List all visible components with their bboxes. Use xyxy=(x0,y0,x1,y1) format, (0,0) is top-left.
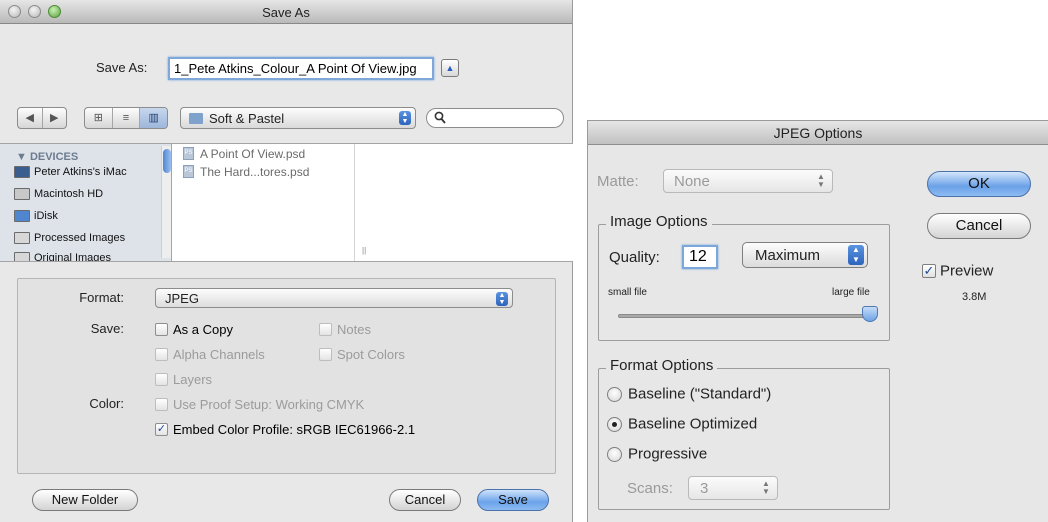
embed-color-profile-checkbox[interactable]: ✓ Embed Color Profile: sRGB IEC61966-2.1 xyxy=(155,421,415,437)
popup-stepper-icon: ▲ ▼ xyxy=(399,111,411,125)
color-label: Color: xyxy=(89,396,124,411)
scans-value: 3 xyxy=(700,480,709,497)
browser-toolbar: ◀ ▶ ⊞ ≡ ▥ Soft & Pastel ▲ ▼ xyxy=(0,107,573,133)
hard-disk-icon xyxy=(14,188,30,201)
disk-icon xyxy=(14,232,30,245)
icon-view-icon[interactable]: ⊞ xyxy=(85,108,113,128)
scrollbar-thumb[interactable] xyxy=(163,149,171,173)
location-popup[interactable]: Soft & Pastel ▲ ▼ xyxy=(180,107,416,129)
baseline-standard-radio[interactable]: Baseline ("Standard") xyxy=(607,385,771,403)
quality-preset-value: Maximum xyxy=(755,247,821,264)
format-label: Format: xyxy=(79,290,124,305)
devices-header[interactable]: ▼ DEVICES xyxy=(16,151,78,163)
updown-arrows-icon: ▲ ▼ xyxy=(762,479,770,496)
large-file-label: large file xyxy=(832,287,870,298)
column-view-icon[interactable]: ▥ xyxy=(140,108,167,128)
format-options-title: Format Options xyxy=(606,357,718,374)
sidebar-item-imac[interactable]: Peter Atkins's iMac xyxy=(14,166,127,184)
location-value: Soft & Pastel xyxy=(209,111,285,126)
save-as-label: Save As: xyxy=(96,60,148,75)
as-a-copy-checkbox[interactable]: As a Copy xyxy=(155,321,233,337)
back-arrow-icon[interactable]: ◀ xyxy=(18,108,43,128)
matte-label: Matte: xyxy=(597,173,639,190)
image-options-title: Image Options xyxy=(606,213,712,230)
search-icon xyxy=(434,111,446,124)
quality-label: Quality: xyxy=(609,249,660,266)
matte-value: None xyxy=(674,173,710,190)
forward-arrow-icon[interactable]: ▶ xyxy=(43,108,67,128)
view-mode-control: ⊞ ≡ ▥ xyxy=(84,107,168,129)
save-dialog-titlebar: Save As xyxy=(0,0,572,24)
save-dialog-title: Save As xyxy=(262,5,310,20)
psd-file-icon: PS xyxy=(183,165,194,179)
scans-label: Scans: xyxy=(627,480,673,497)
save-options-label: Save: xyxy=(90,321,124,336)
sidebar-item-original-images[interactable]: Original Images xyxy=(14,252,111,261)
baseline-optimized-radio[interactable]: Baseline Optimized xyxy=(607,415,757,433)
format-value: JPEG xyxy=(165,291,199,306)
expand-dialog-button[interactable]: ▲ xyxy=(441,59,459,77)
file-browser: ▼ DEVICES Peter Atkins's iMac Macintosh … xyxy=(0,143,573,262)
cancel-button[interactable]: Cancel xyxy=(389,489,461,511)
small-file-label: small file xyxy=(608,287,647,298)
updown-arrows-icon: ▲ ▼ xyxy=(817,172,825,189)
sidebar-item-processed-images[interactable]: Processed Images xyxy=(14,232,125,250)
matte-popup[interactable]: None ▲ ▼ xyxy=(663,169,833,193)
file-item[interactable]: PS A Point Of View.psd xyxy=(183,146,305,162)
folder-icon xyxy=(189,113,203,124)
checkmark-icon: ✓ xyxy=(922,263,936,279)
psd-file-icon: PS xyxy=(183,147,194,161)
jpeg-options-dialog: JPEG Options Matte: None ▲ ▼ Image Option… xyxy=(587,120,1048,522)
quality-slider-thumb[interactable] xyxy=(862,306,878,322)
column-resize-handle[interactable]: || xyxy=(362,246,366,255)
idisk-icon xyxy=(14,210,30,223)
sidebar-item-macintosh-hd[interactable]: Macintosh HD xyxy=(14,188,103,206)
jpeg-dialog-title: JPEG Options xyxy=(588,121,1048,145)
save-button[interactable]: Save xyxy=(477,489,549,511)
sidebar-scrollbar[interactable] xyxy=(161,146,171,258)
new-folder-button[interactable]: New Folder xyxy=(32,489,138,511)
quality-slider[interactable] xyxy=(618,314,876,318)
file-column: PS A Point Of View.psd PS The Hard...tores… xyxy=(173,144,355,261)
preview-checkbox[interactable]: ✓ Preview xyxy=(922,262,993,280)
triangle-up-icon: ▲ xyxy=(445,63,455,73)
save-as-dialog: Save As Save As: 1_Pete Atkins_Colour_A … xyxy=(0,0,573,522)
ok-button[interactable]: OK xyxy=(927,171,1031,197)
popup-stepper-icon: ▲ ▼ xyxy=(848,245,864,265)
use-proof-setup-checkbox[interactable]: Use Proof Setup: Working CMYK xyxy=(155,396,364,412)
list-view-icon[interactable]: ≡ xyxy=(113,108,141,128)
back-forward-control: ◀ ▶ xyxy=(17,107,67,129)
format-popup[interactable]: JPEG ▲ ▼ xyxy=(155,288,513,308)
quality-preset-popup[interactable]: Maximum ▲ ▼ xyxy=(742,242,868,268)
disk-icon xyxy=(14,252,30,261)
imac-icon xyxy=(14,166,30,179)
layers-checkbox[interactable]: Layers xyxy=(155,371,212,387)
jpeg-cancel-button[interactable]: Cancel xyxy=(927,213,1031,239)
filename-input[interactable]: 1_Pete Atkins_Colour_A Point Of View.jpg xyxy=(168,57,434,80)
file-item[interactable]: PS The Hard...tores.psd xyxy=(183,164,309,180)
popup-stepper-icon: ▲ ▼ xyxy=(496,292,508,306)
quality-input[interactable]: 12 xyxy=(682,245,718,269)
spot-colors-checkbox[interactable]: Spot Colors xyxy=(319,346,405,362)
progressive-radio[interactable]: Progressive xyxy=(607,445,707,463)
sidebar: ▼ DEVICES Peter Atkins's iMac Macintosh … xyxy=(0,144,172,261)
checkmark-icon: ✓ xyxy=(155,423,168,437)
scans-popup[interactable]: 3 ▲ ▼ xyxy=(688,476,778,500)
alpha-channels-checkbox[interactable]: Alpha Channels xyxy=(155,346,265,362)
notes-checkbox[interactable]: Notes xyxy=(319,321,371,337)
search-input[interactable] xyxy=(426,108,564,128)
sidebar-item-idisk[interactable]: iDisk xyxy=(14,210,58,228)
format-options-panel: Format: JPEG ▲ ▼ Save: As a Copy Notes Al… xyxy=(17,278,556,474)
file-size-readout: 3.8M xyxy=(962,291,987,303)
save-as-row: Save As: 1_Pete Atkins_Colour_A Point Of… xyxy=(0,57,573,80)
